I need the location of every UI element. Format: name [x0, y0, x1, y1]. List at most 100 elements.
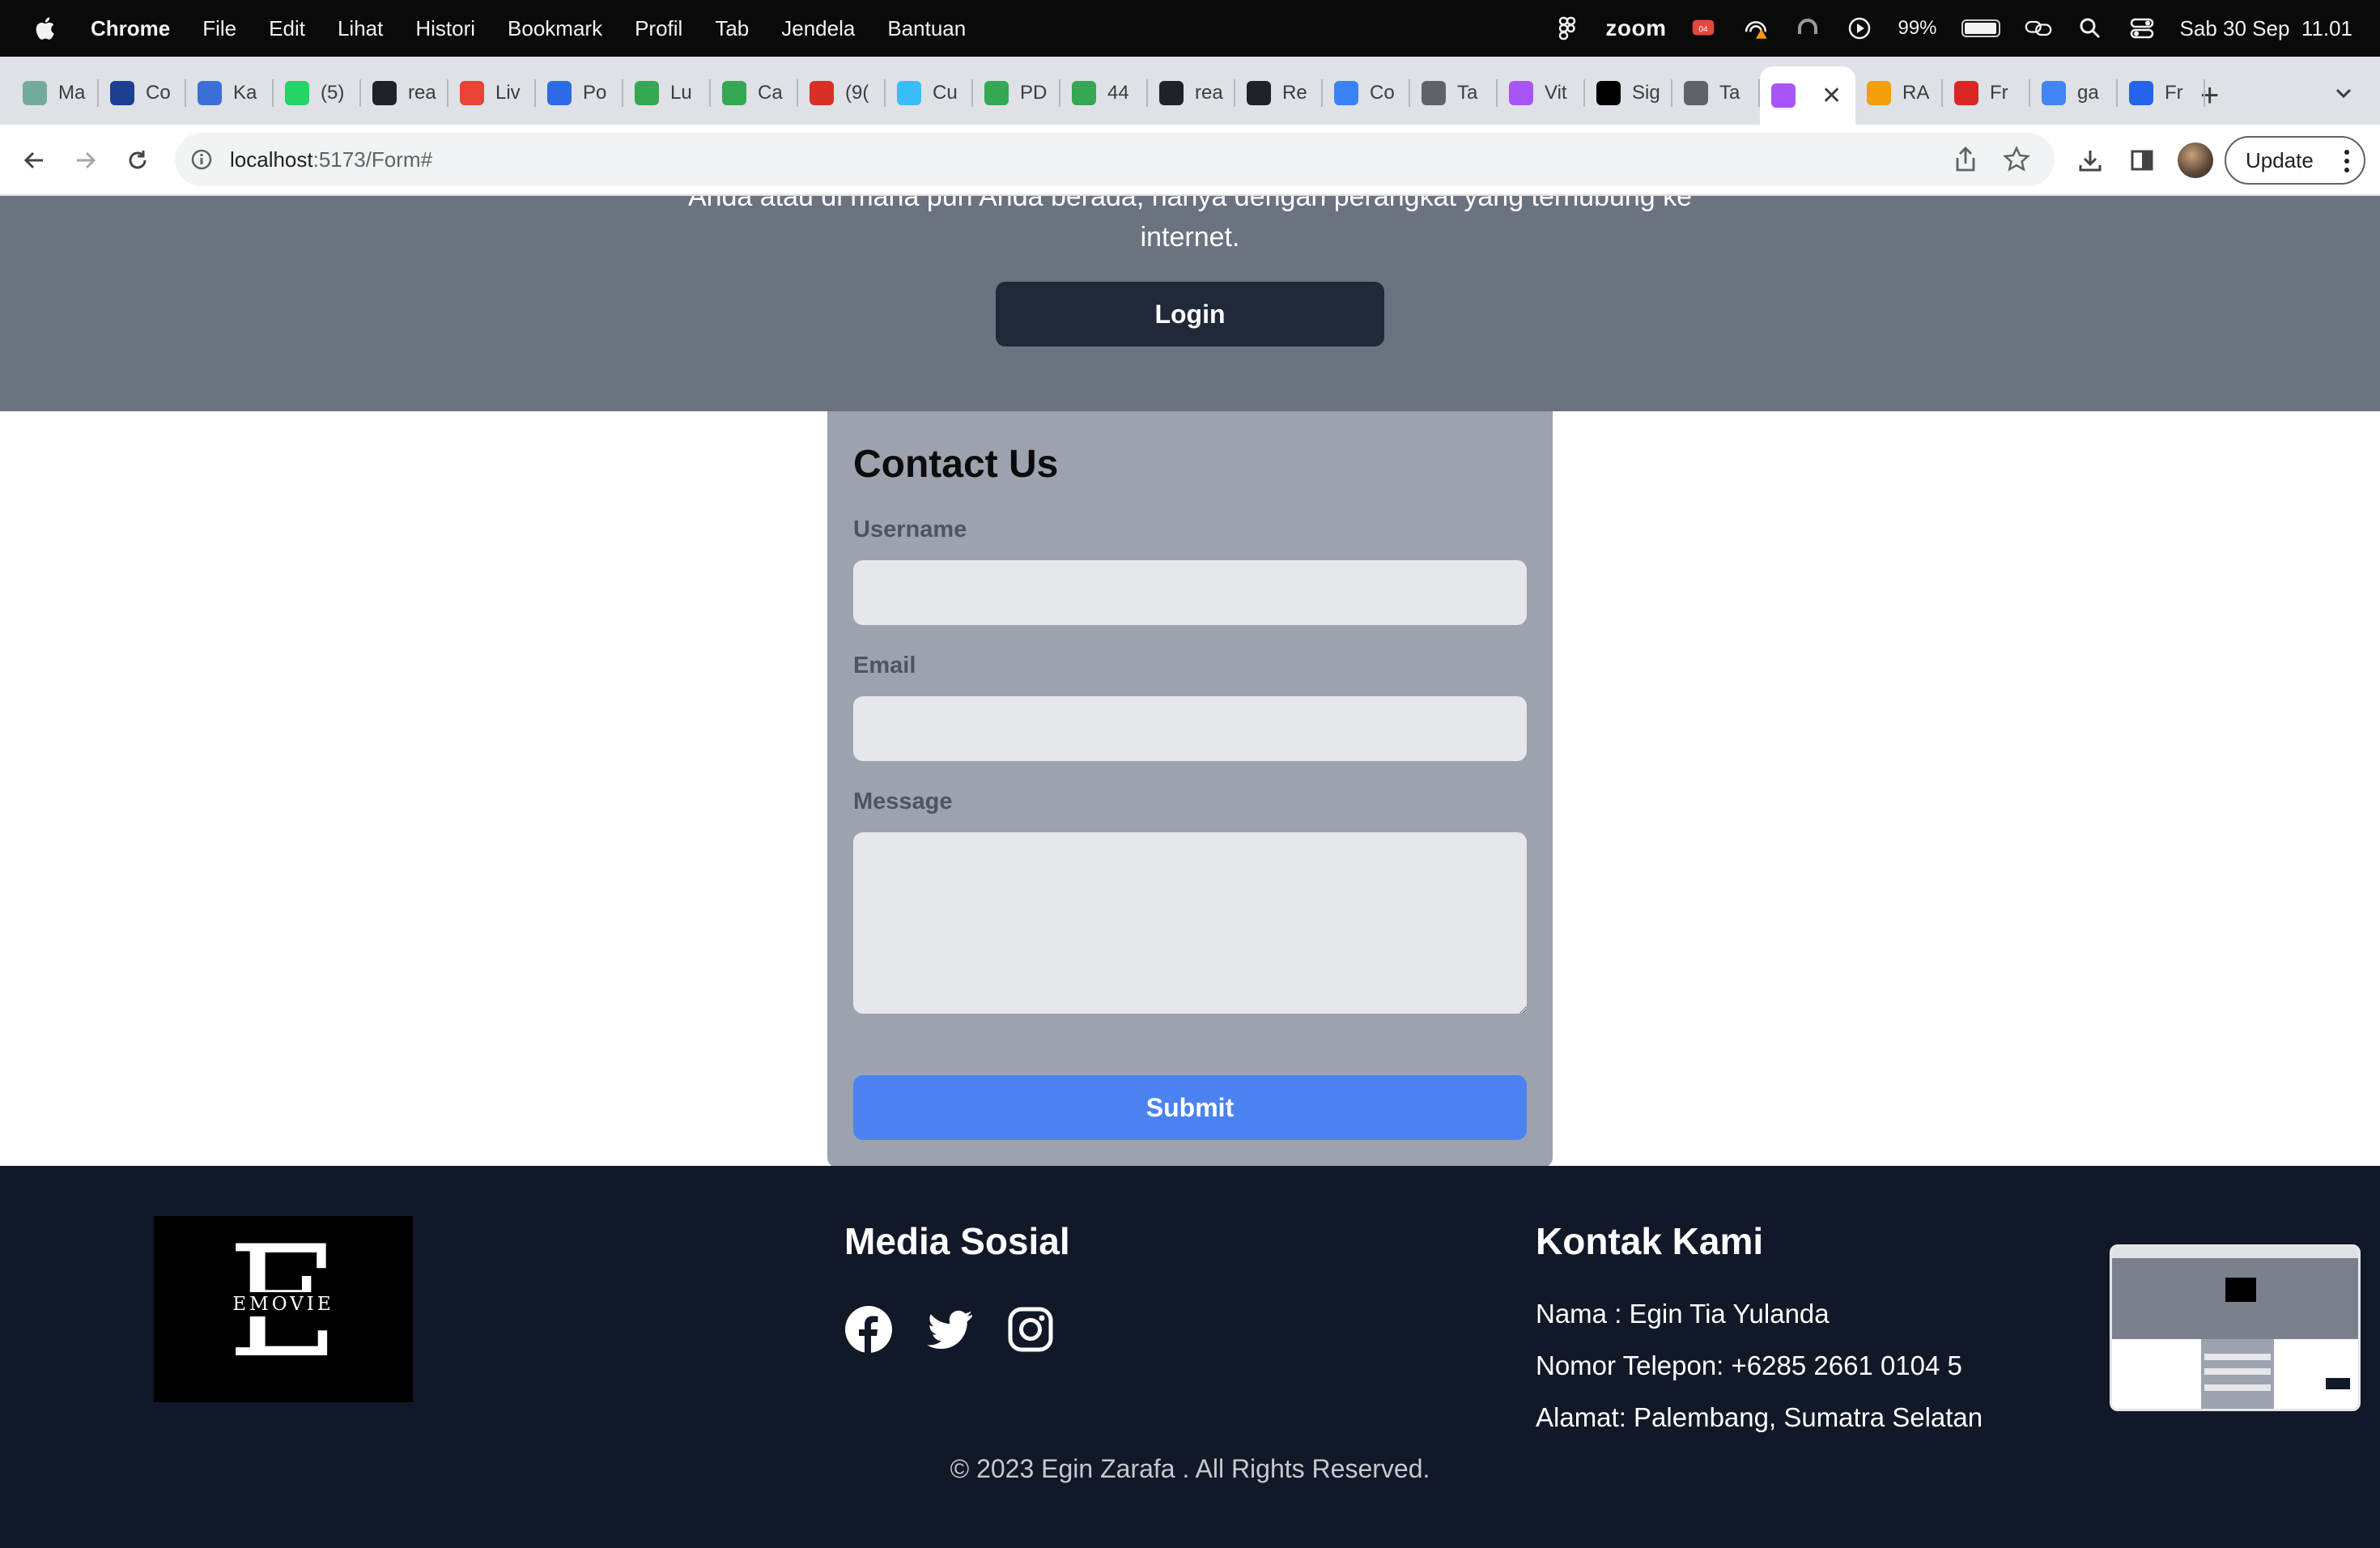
browser-tab[interactable]: Liv — [448, 70, 536, 117]
browser-toolbar: localhost:5173/Form# Update — [0, 125, 2380, 196]
menu-histori[interactable]: Histori — [415, 16, 475, 41]
username-label: Username — [853, 517, 967, 542]
tab-label: (9( — [845, 82, 869, 104]
back-arrow-icon[interactable] — [16, 142, 52, 178]
s-icon — [1954, 81, 1978, 105]
browser-tab[interactable]: ✕ — [1760, 66, 1855, 125]
profile-avatar[interactable] — [2178, 142, 2213, 178]
forms-icon — [2129, 81, 2153, 105]
one-icon — [110, 81, 134, 105]
side-panel-icon[interactable] — [2124, 142, 2160, 178]
menu-jendela[interactable]: Jendela — [781, 16, 855, 41]
record-badge-icon[interactable]: 04 — [1690, 15, 1718, 42]
browser-tab[interactable]: Co — [99, 70, 186, 117]
tab-label: Ta — [1719, 82, 1740, 104]
browser-tab[interactable]: Lu — [623, 70, 711, 117]
browser-tab[interactable]: ga — [2030, 70, 2118, 117]
menu-profil[interactable]: Profil — [635, 16, 682, 41]
browser-tab[interactable]: Ta — [1410, 70, 1498, 117]
apple-icon[interactable] — [32, 15, 60, 42]
bookmark-star-icon[interactable] — [2003, 146, 2030, 173]
screenshot-thumbnail[interactable] — [2110, 1244, 2361, 1411]
facebook-icon[interactable] — [844, 1305, 893, 1354]
address-bar[interactable]: localhost:5173/Form# — [175, 133, 2055, 186]
vpn-warning-icon[interactable] — [1742, 15, 1770, 42]
browser-tab[interactable]: RA — [1855, 70, 1943, 117]
contact-form-card: Contact Us Username Email Message Submit — [827, 411, 1553, 1167]
control-center-icon[interactable] — [2128, 15, 2156, 42]
menu-bantuan[interactable]: Bantuan — [887, 16, 966, 41]
headphones-icon[interactable] — [1794, 15, 1821, 42]
forward-arrow-icon[interactable] — [68, 142, 104, 178]
menu-file[interactable]: File — [202, 16, 236, 41]
update-label: Update — [2246, 147, 2314, 172]
menubar-clock[interactable]: Sab 30 Sep 11.01 — [2180, 16, 2352, 41]
tab-label: Lu — [670, 82, 692, 104]
battery-level — [1964, 23, 1997, 34]
tab-label: ga — [2077, 82, 2099, 104]
browser-tab[interactable]: Sig — [1585, 70, 1672, 117]
google-icon — [2042, 81, 2066, 105]
site-info-icon[interactable] — [189, 147, 214, 172]
zoom-status[interactable]: zoom — [1605, 15, 1666, 41]
web-page-viewport: Anda atau di mana pun Anda berada, hanya… — [0, 196, 2380, 1548]
contact-phone: Nomor Telepon: +6285 2661 0104 5 — [1536, 1350, 1962, 1380]
download-icon[interactable] — [2072, 142, 2108, 178]
menu-edit[interactable]: Edit — [269, 16, 305, 41]
url-text[interactable]: localhost:5173/Form# — [230, 147, 432, 172]
browser-tab[interactable]: (9( — [798, 70, 886, 117]
thumbnail-field — [2204, 1354, 2271, 1360]
username-input[interactable] — [853, 560, 1527, 625]
menu-lihat[interactable]: Lihat — [338, 16, 383, 41]
figma-icon[interactable] — [1553, 15, 1581, 42]
omnibox-actions — [1953, 146, 2030, 173]
browser-tab[interactable]: Vit — [1498, 70, 1585, 117]
browser-tab[interactable]: rea — [361, 70, 448, 117]
submit-button[interactable]: Submit — [853, 1075, 1527, 1140]
browser-tab[interactable]: (5) — [274, 70, 361, 117]
battery-percent[interactable]: 99% — [1898, 17, 1936, 40]
menu-tab[interactable]: Tab — [715, 16, 749, 41]
login-button[interactable]: Login — [996, 282, 1384, 347]
play-circle-icon[interactable] — [1846, 15, 1873, 42]
browser-tab[interactable]: Fr — [1943, 70, 2030, 117]
browser-tab[interactable]: Cu — [886, 70, 973, 117]
logo-brand-text: EMOVIE — [154, 1292, 413, 1316]
menu-app-chrome[interactable]: Chrome — [91, 16, 170, 41]
browser-tab[interactable]: Ta — [1672, 70, 1760, 117]
browser-tab[interactable]: 44 — [1060, 70, 1148, 117]
tab-label: Fr — [2165, 82, 2183, 104]
twitter-icon[interactable] — [925, 1305, 974, 1354]
copyright-text: © 2023 Egin Zarafa . All Rights Reserved… — [950, 1454, 1430, 1483]
browser-tab[interactable]: Ma — [11, 70, 99, 117]
screen-mirror-icon[interactable] — [2025, 15, 2052, 42]
tab-search-chevron-icon[interactable] — [2331, 81, 2356, 105]
drive-icon — [635, 81, 659, 105]
message-textarea[interactable] — [853, 832, 1527, 1014]
browser-tab[interactable]: Ka — [186, 70, 274, 117]
battery-icon[interactable] — [1961, 19, 2000, 37]
browser-tab[interactable]: Fr — [2118, 70, 2205, 117]
tab-label: Ta — [1457, 82, 1478, 104]
react-icon — [1334, 81, 1358, 105]
share-icon[interactable] — [1953, 146, 1978, 173]
spotlight-search-icon[interactable] — [2076, 15, 2104, 42]
browser-tab[interactable]: Po — [536, 70, 623, 117]
kebab-menu-icon[interactable] — [2344, 149, 2349, 173]
browser-tab[interactable]: Co — [1323, 70, 1410, 117]
instagram-icon[interactable] — [1006, 1305, 1055, 1354]
record-badge-text: 04 — [1699, 25, 1709, 34]
contact-info-title: Kontak Kami — [1536, 1220, 1764, 1262]
social-media-title: Media Sosial — [844, 1220, 1070, 1262]
close-tab-icon[interactable]: ✕ — [1821, 82, 1842, 110]
vercel-icon — [1596, 81, 1621, 105]
menu-bookmark[interactable]: Bookmark — [508, 16, 602, 41]
email-label: Email — [853, 653, 916, 678]
browser-tab[interactable]: rea — [1148, 70, 1235, 117]
browser-tab[interactable]: Re — [1235, 70, 1323, 117]
browser-tab[interactable]: Ca — [711, 70, 798, 117]
update-chrome-button[interactable]: Update — [2225, 136, 2365, 185]
browser-tab[interactable]: PD — [973, 70, 1060, 117]
reload-icon[interactable] — [120, 142, 155, 178]
email-input[interactable] — [853, 696, 1527, 761]
